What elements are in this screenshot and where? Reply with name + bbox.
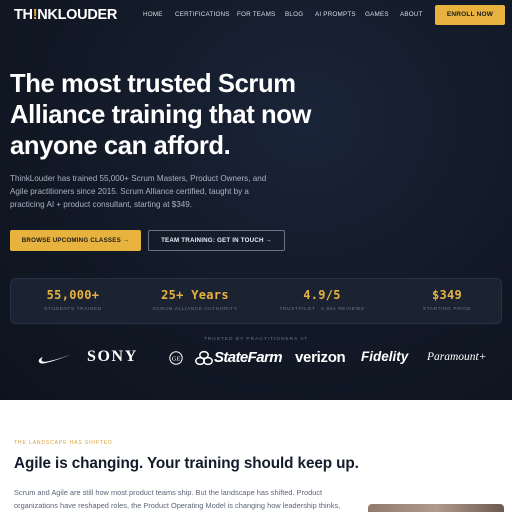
paramount-plus-logo: Paramount+ — [427, 351, 487, 363]
nav-ai-prompts-link[interactable]: AI PROMPTS — [315, 11, 356, 18]
nav-games-link[interactable]: GAMES — [365, 11, 389, 18]
logo-text-prefix: TH — [14, 7, 33, 23]
statefarm-ovals-icon — [195, 350, 213, 366]
top-navigation: TH!NKLOUDER HOME CERTIFICATIONS FOR TEAM… — [0, 0, 512, 32]
enroll-now-button[interactable]: ENROLL NOW — [435, 5, 505, 25]
stat-years: 25+ Years SCRUM ALLIANCE AUTHORITY — [135, 288, 255, 312]
svg-text:GE: GE — [172, 356, 181, 363]
sony-logo: SONY — [87, 348, 138, 365]
stat-label: STARTING PRICE — [422, 307, 472, 312]
thinklouder-logo[interactable]: TH!NKLOUDER — [14, 7, 117, 23]
stat-value: $349 — [431, 288, 463, 302]
hero-headline-line-3: anyone can afford. — [10, 132, 231, 160]
statefarm-logo: StateFarm — [214, 349, 283, 366]
stat-rating: 4.9/5 TRUSTPILOT · 5,564 REVIEWS — [262, 288, 382, 312]
stat-label: STUDENTS TRAINED — [44, 307, 102, 312]
trusted-by-label: TRUSTED BY PRACTITIONERS AT — [203, 337, 309, 342]
stat-label: TRUSTPILOT · 5,564 REVIEWS — [279, 307, 365, 312]
stat-price: $349 STARTING PRICE — [387, 288, 507, 312]
hero-headline-line-2: Alliance training that now — [10, 101, 312, 129]
team-training-button[interactable]: TEAM TRAINING: GET IN TOUCH → — [148, 230, 285, 251]
stats-panel: 55,000+ STUDENTS TRAINED 25+ Years SCRUM… — [10, 278, 502, 324]
stat-value: 4.9/5 — [303, 288, 341, 302]
hero-headline-line-1: The most trusted Scrum — [10, 70, 296, 98]
section-body-line-1: Scrum and Agile are still how most produ… — [14, 488, 323, 497]
nav-blog-link[interactable]: BLOG — [285, 11, 303, 18]
section-eyebrow: THE LANDSCAPE HAS SHIFTED — [14, 440, 113, 446]
nike-logo-icon — [38, 354, 73, 364]
section-heading: Agile is changing. Your training should … — [14, 455, 359, 472]
browse-upcoming-classes-button[interactable]: BROWSE UPCOMING CLASSES → — [10, 230, 141, 251]
hero-section: TH!NKLOUDER HOME CERTIFICATIONS FOR TEAM… — [0, 0, 512, 400]
nav-for-teams-link[interactable]: FOR TEAMS — [237, 11, 275, 18]
stat-value: 25+ Years — [161, 288, 229, 302]
nav-about-link[interactable]: ABOUT — [400, 11, 423, 18]
ge-logo-icon: GE — [169, 351, 183, 365]
hero-description-line-1: ThinkLouder has trained 55,000+ Scrum Ma… — [10, 174, 267, 183]
section-body-line-2: organizations have reshaped roles, the P… — [14, 501, 341, 510]
stat-label: SCRUM ALLIANCE AUTHORITY — [152, 307, 238, 312]
hero-description-line-2: Agile practitioners since 2015. Scrum Al… — [10, 187, 249, 196]
stat-value: 55,000+ — [46, 288, 100, 302]
logo-text-suffix: NKLOUDER — [37, 7, 118, 23]
fidelity-logo: Fidelity — [361, 349, 409, 364]
hero-description-line-3: practicing AI + product consultant, star… — [10, 200, 192, 209]
verizon-logo: verizon — [295, 349, 346, 366]
instructor-photo — [368, 504, 504, 512]
stat-students: 55,000+ STUDENTS TRAINED — [13, 288, 133, 312]
nav-certifications-link[interactable]: CERTIFICATIONS — [175, 11, 230, 18]
nav-home-link[interactable]: HOME — [143, 11, 163, 18]
